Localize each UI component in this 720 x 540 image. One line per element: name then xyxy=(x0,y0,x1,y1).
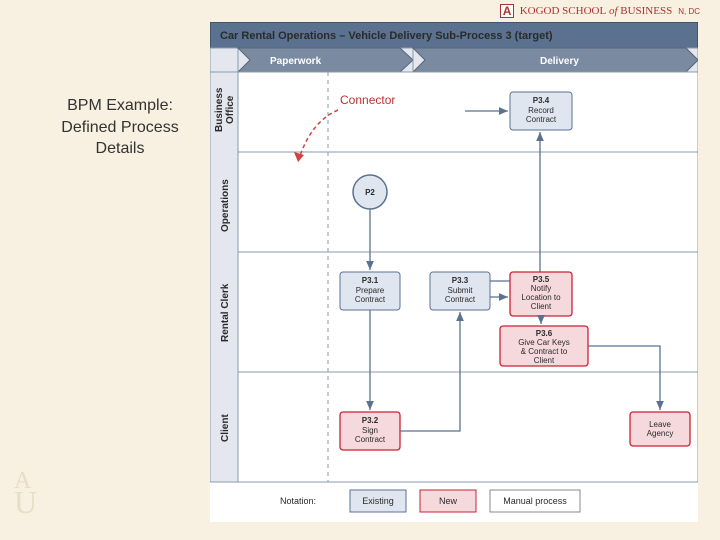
svg-text:P2: P2 xyxy=(365,188,375,197)
location-text: N, DC xyxy=(678,7,700,16)
svg-text:Delivery: Delivery xyxy=(540,56,579,67)
svg-text:P3.1: P3.1 xyxy=(362,276,379,285)
svg-text:RecordContract: RecordContract xyxy=(526,106,557,124)
svg-text:New: New xyxy=(439,496,458,506)
svg-text:SubmitContract: SubmitContract xyxy=(445,286,476,304)
svg-text:PrepareContract: PrepareContract xyxy=(355,286,386,304)
svg-text:Existing: Existing xyxy=(362,496,394,506)
svg-text:Paperwork: Paperwork xyxy=(270,56,322,67)
phase-delivery: Delivery xyxy=(413,48,698,72)
svg-text:P3.6: P3.6 xyxy=(536,329,553,338)
slide-title: BPM Example: Defined Process Details xyxy=(40,95,200,160)
bpm-diagram: Car Rental Operations – Vehicle Delivery… xyxy=(210,22,698,522)
phase-paperwork: Paperwork xyxy=(238,48,413,72)
au-logo-icon xyxy=(500,4,514,18)
au-watermark: AU xyxy=(14,465,37,514)
diagram-title: Car Rental Operations – Vehicle Delivery… xyxy=(220,30,553,42)
svg-text:P3.4: P3.4 xyxy=(533,96,550,105)
svg-text:Manual process: Manual process xyxy=(503,496,567,506)
legend-label: Notation: xyxy=(280,496,316,506)
header-logo: KOGOD SCHOOL of BUSINESS N, DC xyxy=(500,2,700,20)
lane-operations: Operations xyxy=(220,179,231,232)
svg-text:LeaveAgency: LeaveAgency xyxy=(647,420,674,438)
svg-text:P3.2: P3.2 xyxy=(362,416,379,425)
school-name: KOGOD SCHOOL of BUSINESS xyxy=(520,5,673,17)
lane-rental-clerk: Rental Clerk xyxy=(220,283,231,342)
lane-client: Client xyxy=(220,414,231,442)
connector-annotation: Connector xyxy=(340,93,395,107)
svg-text:P3.3: P3.3 xyxy=(452,276,469,285)
svg-text:P3.5: P3.5 xyxy=(533,275,550,284)
